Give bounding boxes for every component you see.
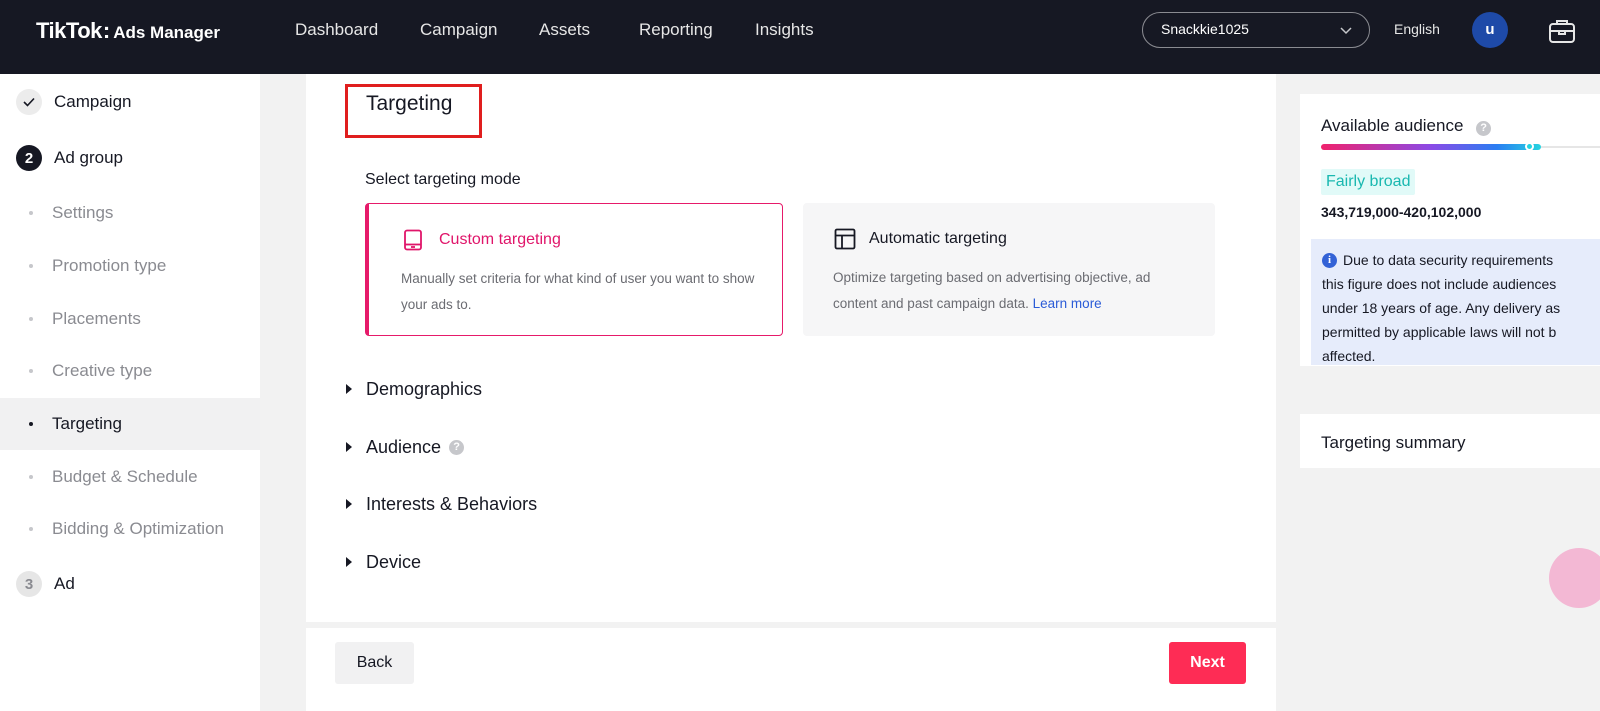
substep-label: Promotion type [52, 256, 167, 275]
audience-breadth-badge: Fairly broad [1321, 169, 1416, 195]
available-audience-title: Available audience [1321, 116, 1464, 135]
targeting-card: Targeting Select targeting mode Custom t… [306, 74, 1276, 622]
notice-line: under 18 years of age. Any delivery as [1322, 300, 1561, 316]
section-label: Audience [366, 436, 442, 457]
automatic-targeting-description-block: Optimize targeting based on advertising … [833, 265, 1193, 317]
caret-right-icon [346, 384, 352, 394]
automatic-targeting-option[interactable]: Automatic targeting Optimize targeting b… [803, 203, 1215, 336]
nav-dashboard[interactable]: Dashboard [295, 20, 378, 40]
targeting-mode-label: Select targeting mode [365, 171, 521, 188]
substep-dot [29, 527, 33, 531]
substep-targeting[interactable]: Targeting [0, 398, 260, 450]
notice-line: this figure does not include audiences [1322, 276, 1557, 292]
logo-subtitle: Ads Manager [113, 23, 220, 42]
substep-settings[interactable]: Settings [0, 187, 260, 239]
audience-meter-track [1541, 146, 1600, 148]
account-name: Snackkie1025 [1161, 21, 1249, 37]
substep-dot [29, 264, 33, 268]
section-title: Targeting [366, 92, 453, 115]
section-demographics[interactable]: Demographics [346, 375, 482, 403]
automatic-targeting-title: Automatic targeting [869, 230, 1007, 247]
caret-right-icon [346, 557, 352, 567]
audience-breadth-meter [1321, 144, 1541, 150]
section-audience[interactable]: Audience ? [346, 433, 465, 461]
question-icon[interactable]: ? [449, 439, 465, 455]
substep-label: Budget & Schedule [52, 467, 198, 486]
nav-reporting[interactable]: Reporting [639, 20, 713, 40]
custom-targeting-description: Manually set criteria for what kind of u… [401, 271, 755, 312]
check-icon [23, 97, 35, 107]
action-bar: Back Next [306, 628, 1276, 711]
custom-targeting-title: Custom targeting [439, 231, 561, 248]
section-label: Device [366, 551, 422, 572]
audience-size-range: 343,719,000-420,102,000 [1321, 204, 1482, 220]
step-ad-group[interactable]: 2 Ad group [16, 144, 123, 172]
logo-colon: : [102, 18, 111, 43]
substep-budget-schedule[interactable]: Budget & Schedule [0, 451, 260, 503]
floating-help-bubble[interactable] [1549, 548, 1600, 608]
substep-label: Bidding & Optimization [52, 519, 224, 538]
nav-campaign[interactable]: Campaign [420, 20, 498, 40]
available-audience-card: Available audience ? Fairly broad 343,71… [1300, 94, 1600, 366]
layout-icon [834, 228, 856, 250]
tiktok-ads-manager-logo[interactable]: TikTok : Ads Manager [36, 18, 220, 44]
back-button[interactable]: Back [335, 642, 414, 684]
logo-brand: TikTok [36, 18, 102, 43]
data-security-notice: i Due to data security requirements this… [1311, 239, 1600, 365]
targeting-summary-card[interactable]: Targeting summary [1300, 414, 1600, 468]
substep-bidding-optimization[interactable]: Bidding & Optimization [0, 503, 260, 555]
question-icon[interactable]: ? [1476, 121, 1492, 136]
substep-dot [29, 317, 33, 321]
tablet-icon [404, 229, 422, 251]
learn-more-link[interactable]: Learn more [1033, 296, 1102, 311]
targeting-summary-title: Targeting summary [1321, 433, 1466, 452]
section-device[interactable]: Device [346, 548, 421, 576]
account-selector[interactable]: Snackkie1025 [1142, 12, 1370, 48]
substep-promotion-type[interactable]: Promotion type [0, 240, 260, 292]
step-sidebar: Campaign 2 Ad group Settings Promotion t… [0, 74, 260, 711]
substep-label: Settings [52, 203, 114, 222]
substep-placements[interactable]: Placements [0, 293, 260, 345]
nav-insights[interactable]: Insights [755, 20, 814, 40]
substep-label: Targeting [52, 414, 122, 433]
caret-right-icon [346, 442, 352, 452]
language-switcher[interactable]: English [1394, 21, 1440, 37]
chevron-down-icon [1340, 27, 1352, 35]
notice-line: permitted by applicable laws will not b [1322, 324, 1557, 340]
avatar[interactable]: u [1472, 12, 1508, 48]
section-label: Interests & Behaviors [366, 493, 538, 514]
substep-creative-type[interactable]: Creative type [0, 345, 260, 397]
section-interests-behaviors[interactable]: Interests & Behaviors [346, 490, 537, 518]
notice-line: Due to data security requirements [1343, 252, 1554, 268]
step-campaign[interactable]: Campaign [16, 88, 132, 116]
step-number-badge: 2 [16, 145, 42, 171]
info-icon: i [1322, 253, 1337, 268]
briefcase-icon[interactable] [1547, 16, 1577, 46]
next-button[interactable]: Next [1169, 642, 1246, 684]
audience-meter-indicator [1525, 142, 1534, 151]
substep-dot [29, 475, 33, 479]
step-label: Ad [54, 574, 75, 593]
substep-dot [29, 211, 33, 215]
substep-dot [29, 422, 33, 426]
substep-label: Placements [52, 309, 141, 328]
nav-assets[interactable]: Assets [539, 20, 590, 40]
available-audience-heading: Available audience ? [1321, 116, 1492, 136]
automatic-targeting-description: Optimize targeting based on advertising … [833, 270, 1151, 311]
caret-right-icon [346, 499, 352, 509]
step-label: Campaign [54, 92, 132, 111]
top-nav-bar: TikTok : Ads Manager Dashboard Campaign … [0, 0, 1600, 74]
step-done-badge [16, 89, 42, 115]
step-label: Ad group [54, 148, 123, 167]
notice-line: affected. [1322, 348, 1376, 364]
substep-label: Creative type [52, 361, 153, 380]
step-number-badge: 3 [16, 571, 42, 597]
custom-targeting-option[interactable]: Custom targeting Manually set criteria f… [365, 203, 783, 336]
section-label: Demographics [366, 378, 483, 399]
step-ad[interactable]: 3 Ad [16, 570, 75, 598]
substep-dot [29, 369, 33, 373]
